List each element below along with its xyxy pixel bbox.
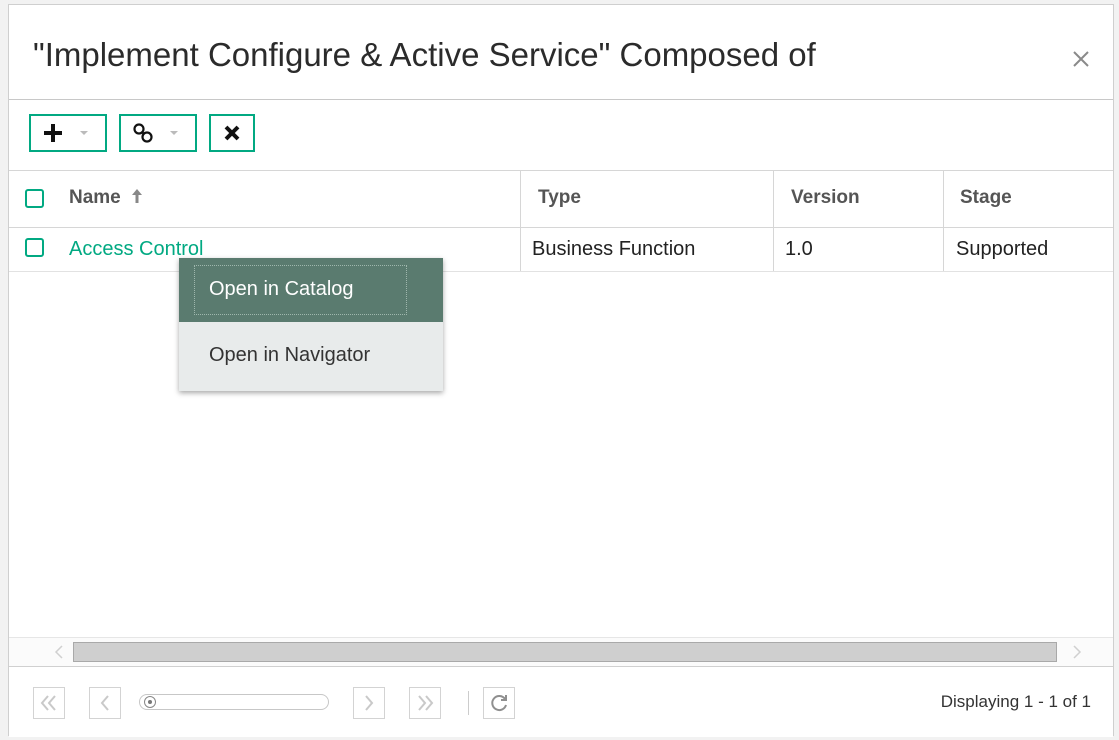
scrollbar-thumb[interactable] [73,642,1057,662]
row-version: 1.0 [785,238,813,260]
pager: Displaying 1 - 1 of 1 [9,666,1113,737]
row-checkbox[interactable] [25,238,44,257]
x-icon [224,125,240,141]
scroll-left-icon[interactable] [51,644,67,660]
row-type: Business Function [532,238,696,260]
dialog: "Implement Configure & Active Service" C… [8,4,1114,737]
link-icon [133,123,153,143]
slider-knob[interactable] [144,696,156,708]
arrow-up-icon [132,189,143,203]
column-divider[interactable] [943,171,944,227]
column-divider[interactable] [773,171,774,227]
last-page-icon[interactable] [409,687,441,719]
column-divider [773,227,774,271]
chevron-down-icon [170,131,178,135]
column-divider [943,227,944,271]
column-header-name[interactable]: Name [69,187,144,209]
row-stage: Supported [956,238,1049,260]
menu-item-open-in-navigator[interactable]: Open in Navigator [179,324,443,388]
add-button[interactable] [29,114,107,152]
table-row[interactable]: Access Control Business Function 1.0 Sup… [9,227,1113,272]
first-page-icon[interactable] [33,687,65,719]
prev-page-icon[interactable] [89,687,121,719]
link-button[interactable] [119,114,197,152]
dialog-title: "Implement Configure & Active Service" C… [33,36,816,73]
delete-button[interactable] [209,114,255,152]
plus-icon [44,124,62,142]
grid-header: Name Type Version Stage [9,170,1113,228]
chevron-down-icon [80,131,88,135]
page-slider[interactable] [139,694,329,710]
next-page-icon[interactable] [353,687,385,719]
select-all-checkbox[interactable] [25,189,44,208]
context-menu: Open in Catalog Open in Navigator [179,258,443,391]
title-bar: "Implement Configure & Active Service" C… [9,5,1113,100]
close-icon[interactable] [1067,45,1095,73]
menu-item-label: Open in Catalog [209,278,354,300]
column-divider [520,227,521,271]
column-header-version[interactable]: Version [791,187,860,209]
menu-item-open-in-catalog[interactable]: Open in Catalog [179,258,443,322]
toolbar [9,100,1113,170]
column-divider[interactable] [520,171,521,227]
column-name-label: Name [69,187,121,208]
scroll-right-icon[interactable] [1069,644,1085,660]
horizontal-scrollbar[interactable] [9,637,1113,666]
menu-item-label: Open in Navigator [209,344,371,366]
pager-separator [468,691,469,715]
display-count: Displaying 1 - 1 of 1 [940,692,1091,711]
refresh-icon[interactable] [483,687,515,719]
column-header-stage[interactable]: Stage [960,187,1012,209]
column-header-type[interactable]: Type [538,187,581,209]
data-grid: Name Type Version Stage Access Control B… [9,170,1113,635]
